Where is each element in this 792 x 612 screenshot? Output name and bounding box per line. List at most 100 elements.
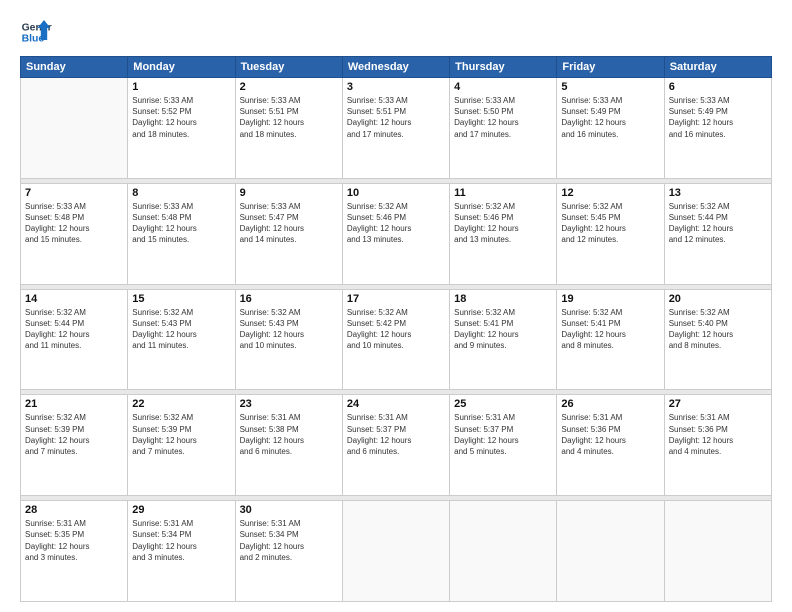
day-number: 13 [669,187,767,199]
day-number: 23 [240,398,338,410]
calendar-cell [450,501,557,602]
day-number: 10 [347,187,445,199]
day-number: 27 [669,398,767,410]
day-info: Sunrise: 5:32 AM Sunset: 5:39 PM Dayligh… [25,412,123,457]
logo: General Blue [20,16,52,48]
calendar-cell: 18 Sunrise: 5:32 AM Sunset: 5:41 PM Dayli… [450,289,557,390]
week-row-1: 1 Sunrise: 5:33 AM Sunset: 5:52 PM Daylig… [21,78,772,179]
day-info: Sunrise: 5:31 AM Sunset: 5:38 PM Dayligh… [240,412,338,457]
day-info: Sunrise: 5:32 AM Sunset: 5:43 PM Dayligh… [240,307,338,352]
day-info: Sunrise: 5:32 AM Sunset: 5:40 PM Dayligh… [669,307,767,352]
calendar-cell: 14 Sunrise: 5:32 AM Sunset: 5:44 PM Dayli… [21,289,128,390]
day-number: 28 [25,504,123,516]
day-info: Sunrise: 5:31 AM Sunset: 5:36 PM Dayligh… [561,412,659,457]
day-number: 16 [240,293,338,305]
day-number: 22 [132,398,230,410]
day-info: Sunrise: 5:33 AM Sunset: 5:50 PM Dayligh… [454,95,552,140]
day-info: Sunrise: 5:32 AM Sunset: 5:41 PM Dayligh… [454,307,552,352]
day-number: 18 [454,293,552,305]
day-number: 26 [561,398,659,410]
day-info: Sunrise: 5:33 AM Sunset: 5:52 PM Dayligh… [132,95,230,140]
day-info: Sunrise: 5:32 AM Sunset: 5:43 PM Dayligh… [132,307,230,352]
calendar-cell [21,78,128,179]
day-info: Sunrise: 5:33 AM Sunset: 5:47 PM Dayligh… [240,201,338,246]
day-number: 24 [347,398,445,410]
weekday-header-monday: Monday [128,57,235,78]
day-info: Sunrise: 5:33 AM Sunset: 5:51 PM Dayligh… [347,95,445,140]
calendar-cell [557,501,664,602]
day-info: Sunrise: 5:32 AM Sunset: 5:42 PM Dayligh… [347,307,445,352]
calendar-cell: 25 Sunrise: 5:31 AM Sunset: 5:37 PM Dayli… [450,395,557,496]
calendar-cell [664,501,771,602]
calendar-cell: 13Sunrise: 5:32 AM Sunset: 5:44 PM Dayli… [664,183,771,284]
calendar-cell: 4 Sunrise: 5:33 AM Sunset: 5:50 PM Daylig… [450,78,557,179]
calendar-cell: 12 Sunrise: 5:32 AM Sunset: 5:45 PM Dayli… [557,183,664,284]
day-number: 21 [25,398,123,410]
day-number: 11 [454,187,552,199]
day-number: 17 [347,293,445,305]
day-info: Sunrise: 5:32 AM Sunset: 5:39 PM Dayligh… [132,412,230,457]
page: General Blue SundayMondayTuesdayWednesda… [0,0,792,612]
day-number: 4 [454,81,552,93]
day-number: 5 [561,81,659,93]
day-number: 9 [240,187,338,199]
calendar-cell: 17 Sunrise: 5:32 AM Sunset: 5:42 PM Dayli… [342,289,449,390]
day-number: 3 [347,81,445,93]
day-number: 20 [669,293,767,305]
calendar-cell: 20 Sunrise: 5:32 AM Sunset: 5:40 PM Dayli… [664,289,771,390]
day-info: Sunrise: 5:31 AM Sunset: 5:34 PM Dayligh… [132,518,230,563]
day-info: Sunrise: 5:31 AM Sunset: 5:35 PM Dayligh… [25,518,123,563]
day-info: Sunrise: 5:31 AM Sunset: 5:37 PM Dayligh… [454,412,552,457]
day-info: Sunrise: 5:33 AM Sunset: 5:48 PM Dayligh… [132,201,230,246]
calendar-cell: 3 Sunrise: 5:33 AM Sunset: 5:51 PM Daylig… [342,78,449,179]
day-info: Sunrise: 5:33 AM Sunset: 5:51 PM Dayligh… [240,95,338,140]
calendar-cell: 11 Sunrise: 5:32 AM Sunset: 5:46 PM Dayli… [450,183,557,284]
day-info: Sunrise: 5:32 AM Sunset: 5:46 PM Dayligh… [454,201,552,246]
calendar-cell: 30Sunrise: 5:31 AM Sunset: 5:34 PM Dayli… [235,501,342,602]
day-info: Sunrise: 5:32 AM Sunset: 5:44 PM Dayligh… [25,307,123,352]
calendar-cell: 8Sunrise: 5:33 AM Sunset: 5:48 PM Daylig… [128,183,235,284]
day-info: Sunrise: 5:33 AM Sunset: 5:48 PM Dayligh… [25,201,123,246]
calendar-cell: 7Sunrise: 5:33 AM Sunset: 5:48 PM Daylig… [21,183,128,284]
day-number: 12 [561,187,659,199]
calendar-cell: 23 Sunrise: 5:31 AM Sunset: 5:38 PM Dayli… [235,395,342,496]
day-number: 6 [669,81,767,93]
header: General Blue [20,16,772,48]
week-row-5: 28 Sunrise: 5:31 AM Sunset: 5:35 PM Dayli… [21,501,772,602]
calendar-cell: 6Sunrise: 5:33 AM Sunset: 5:49 PM Daylig… [664,78,771,179]
day-info: Sunrise: 5:32 AM Sunset: 5:41 PM Dayligh… [561,307,659,352]
day-info: Sunrise: 5:32 AM Sunset: 5:45 PM Dayligh… [561,201,659,246]
day-info: Sunrise: 5:31 AM Sunset: 5:37 PM Dayligh… [347,412,445,457]
day-info: Sunrise: 5:32 AM Sunset: 5:46 PM Dayligh… [347,201,445,246]
day-number: 25 [454,398,552,410]
day-number: 30 [240,504,338,516]
week-row-4: 21 Sunrise: 5:32 AM Sunset: 5:39 PM Dayli… [21,395,772,496]
day-number: 2 [240,81,338,93]
calendar-cell: 5Sunrise: 5:33 AM Sunset: 5:49 PM Daylig… [557,78,664,179]
calendar-cell: 28 Sunrise: 5:31 AM Sunset: 5:35 PM Dayli… [21,501,128,602]
day-info: Sunrise: 5:31 AM Sunset: 5:36 PM Dayligh… [669,412,767,457]
calendar-cell: 1 Sunrise: 5:33 AM Sunset: 5:52 PM Daylig… [128,78,235,179]
calendar-cell: 26 Sunrise: 5:31 AM Sunset: 5:36 PM Dayli… [557,395,664,496]
calendar-cell: 2 Sunrise: 5:33 AM Sunset: 5:51 PM Daylig… [235,78,342,179]
weekday-header-saturday: Saturday [664,57,771,78]
calendar-cell: 10 Sunrise: 5:32 AM Sunset: 5:46 PM Dayli… [342,183,449,284]
week-row-3: 14 Sunrise: 5:32 AM Sunset: 5:44 PM Dayli… [21,289,772,390]
weekday-header-sunday: Sunday [21,57,128,78]
calendar-cell: 19 Sunrise: 5:32 AM Sunset: 5:41 PM Dayli… [557,289,664,390]
calendar-cell: 27 Sunrise: 5:31 AM Sunset: 5:36 PM Dayli… [664,395,771,496]
calendar-cell: 16 Sunrise: 5:32 AM Sunset: 5:43 PM Dayli… [235,289,342,390]
weekday-header-thursday: Thursday [450,57,557,78]
day-number: 19 [561,293,659,305]
day-number: 15 [132,293,230,305]
calendar-table: SundayMondayTuesdayWednesdayThursdayFrid… [20,56,772,602]
logo-icon: General Blue [20,16,52,48]
weekday-header-row: SundayMondayTuesdayWednesdayThursdayFrid… [21,57,772,78]
day-number: 1 [132,81,230,93]
week-row-2: 7Sunrise: 5:33 AM Sunset: 5:48 PM Daylig… [21,183,772,284]
calendar-cell [342,501,449,602]
day-number: 14 [25,293,123,305]
calendar-cell: 29Sunrise: 5:31 AM Sunset: 5:34 PM Dayli… [128,501,235,602]
calendar-cell: 15 Sunrise: 5:32 AM Sunset: 5:43 PM Dayli… [128,289,235,390]
calendar-cell: 9 Sunrise: 5:33 AM Sunset: 5:47 PM Daylig… [235,183,342,284]
